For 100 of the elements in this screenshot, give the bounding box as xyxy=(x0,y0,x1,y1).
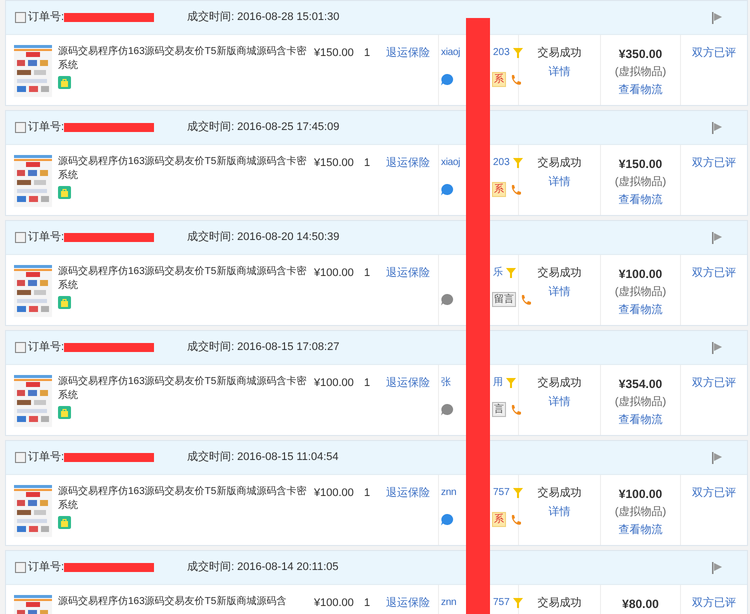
details-link[interactable]: 详情 xyxy=(548,504,570,520)
buyer-name[interactable]: xiaoj xyxy=(441,157,460,168)
filter-icon[interactable] xyxy=(506,378,516,388)
order-number-label: 订单号: xyxy=(28,450,64,466)
product-title[interactable]: 源码交易程序仿163源码交易友价T5新版商城源码含卡密系统 xyxy=(58,265,310,293)
order-total: ¥80.00 xyxy=(622,596,659,613)
review-link[interactable]: 双方已评 xyxy=(692,155,736,215)
contact-badge[interactable]: 系 xyxy=(492,72,506,87)
unit-price: ¥100.00 xyxy=(314,376,355,391)
filter-icon[interactable] xyxy=(512,158,523,168)
bag-icon xyxy=(58,296,71,309)
review-link[interactable]: 双方已评 xyxy=(692,595,736,614)
phone-icon[interactable] xyxy=(510,184,522,196)
details-link[interactable]: 详情 xyxy=(548,64,570,80)
flag-icon[interactable] xyxy=(711,12,723,24)
return-insurance-link[interactable]: 退运保险 xyxy=(386,267,430,279)
chat-bubble-icon[interactable] xyxy=(441,514,454,526)
trade-status: 交易成功 xyxy=(538,46,582,61)
order-number-label: 订单号: xyxy=(28,120,64,136)
details-link[interactable]: 详情 xyxy=(548,174,570,190)
flag-icon[interactable] xyxy=(711,232,723,244)
trade-status: 交易成功 xyxy=(538,376,582,391)
details-link[interactable]: 详情 xyxy=(548,394,570,410)
phone-icon[interactable] xyxy=(520,294,532,306)
filter-icon[interactable] xyxy=(506,268,516,278)
quantity: 1 xyxy=(364,46,372,61)
contact-badge[interactable]: 系 xyxy=(492,512,506,527)
bag-icon xyxy=(58,186,71,199)
details-link[interactable]: 详情 xyxy=(548,284,570,300)
contact-badge[interactable]: 言 xyxy=(492,402,506,417)
buyer-name[interactable]: znn xyxy=(441,597,456,608)
review-link[interactable]: 双方已评 xyxy=(692,375,736,435)
logistics-link[interactable]: 查看物流 xyxy=(618,192,662,208)
chat-bubble-icon[interactable] xyxy=(441,74,454,86)
order-number-label: 订单号: xyxy=(28,10,64,26)
logistics-link[interactable]: 查看物流 xyxy=(618,412,662,428)
order-total: ¥100.00 xyxy=(618,486,662,503)
logistics-link[interactable]: 查看物流 xyxy=(618,82,662,98)
buyer-name[interactable]: znn xyxy=(441,487,456,498)
deal-time: 成交时间: 2016-08-15 17:08:27 xyxy=(187,340,340,356)
order-total: ¥354.00 xyxy=(618,376,662,393)
order-checkbox[interactable] xyxy=(15,232,26,243)
product-title[interactable]: 源码交易程序仿163源码交易友价T5新版商城源码含 xyxy=(58,595,310,609)
return-insurance-link[interactable]: 退运保险 xyxy=(386,157,430,169)
product-title[interactable]: 源码交易程序仿163源码交易友价T5新版商城源码含卡密系统 xyxy=(58,375,310,403)
product-title[interactable]: 源码交易程序仿163源码交易友价T5新版商城源码含卡密系统 xyxy=(58,45,310,73)
order-checkbox[interactable] xyxy=(15,562,26,573)
buyer-name[interactable]: 乐 xyxy=(493,265,503,280)
buyer-name[interactable]: 757 xyxy=(493,595,510,610)
buyer-name[interactable]: 203 xyxy=(493,45,510,60)
unit-price: ¥100.00 xyxy=(314,596,355,611)
contact-badge[interactable]: 系 xyxy=(492,182,506,197)
review-link[interactable]: 双方已评 xyxy=(692,485,736,545)
phone-icon[interactable] xyxy=(510,404,522,416)
chat-bubble-icon[interactable] xyxy=(441,294,454,306)
contact-badge[interactable]: 留言 xyxy=(492,292,516,307)
phone-icon[interactable] xyxy=(510,74,522,86)
order-total: ¥100.00 xyxy=(618,266,662,283)
return-insurance-link[interactable]: 退运保险 xyxy=(386,47,430,59)
quantity: 1 xyxy=(364,156,372,171)
return-insurance-link[interactable]: 退运保险 xyxy=(386,377,430,389)
unit-price: ¥100.00 xyxy=(314,486,355,501)
product-title[interactable]: 源码交易程序仿163源码交易友价T5新版商城源码含卡密系统 xyxy=(58,485,310,513)
flag-icon[interactable] xyxy=(711,452,723,464)
phone-icon[interactable] xyxy=(510,514,522,526)
trade-status: 交易成功 xyxy=(538,266,582,281)
unit-price: ¥150.00 xyxy=(314,156,355,171)
order-checkbox[interactable] xyxy=(15,452,26,463)
deal-time: 成交时间: 2016-08-28 15:01:30 xyxy=(187,10,340,26)
buyer-name[interactable]: 张 xyxy=(441,377,451,388)
buyer-name[interactable]: 用 xyxy=(493,375,503,390)
order-total: ¥350.00 xyxy=(618,46,662,63)
buyer-name[interactable]: 757 xyxy=(493,485,510,500)
buyer-name[interactable]: xiaoj xyxy=(441,47,460,58)
filter-icon[interactable] xyxy=(512,48,523,58)
filter-icon[interactable] xyxy=(512,488,523,498)
quantity: 1 xyxy=(364,376,372,391)
deal-time: 成交时间: 2016-08-20 14:50:39 xyxy=(187,230,340,246)
order-checkbox[interactable] xyxy=(15,342,26,353)
product-title[interactable]: 源码交易程序仿163源码交易友价T5新版商城源码含卡密系统 xyxy=(58,155,310,183)
return-insurance-link[interactable]: 退运保险 xyxy=(386,597,430,609)
order-checkbox[interactable] xyxy=(15,122,26,133)
order-number-label: 订单号: xyxy=(28,560,64,576)
flag-icon[interactable] xyxy=(711,122,723,134)
return-insurance-link[interactable]: 退运保险 xyxy=(386,487,430,499)
chat-bubble-icon[interactable] xyxy=(441,404,454,416)
logistics-link[interactable]: 查看物流 xyxy=(618,522,662,538)
trade-status: 交易成功 xyxy=(538,486,582,501)
chat-bubble-icon[interactable] xyxy=(441,184,454,196)
filter-icon[interactable] xyxy=(512,598,523,608)
flag-icon[interactable] xyxy=(711,562,723,574)
order-total: ¥150.00 xyxy=(618,156,662,173)
buyer-name[interactable]: 203 xyxy=(493,155,510,170)
logistics-link[interactable]: 查看物流 xyxy=(618,302,662,318)
order-checkbox[interactable] xyxy=(15,12,26,23)
review-link[interactable]: 双方已评 xyxy=(692,45,736,105)
flag-icon[interactable] xyxy=(711,342,723,354)
bag-icon xyxy=(58,76,71,89)
quantity: 1 xyxy=(364,486,372,501)
review-link[interactable]: 双方已评 xyxy=(692,265,736,325)
